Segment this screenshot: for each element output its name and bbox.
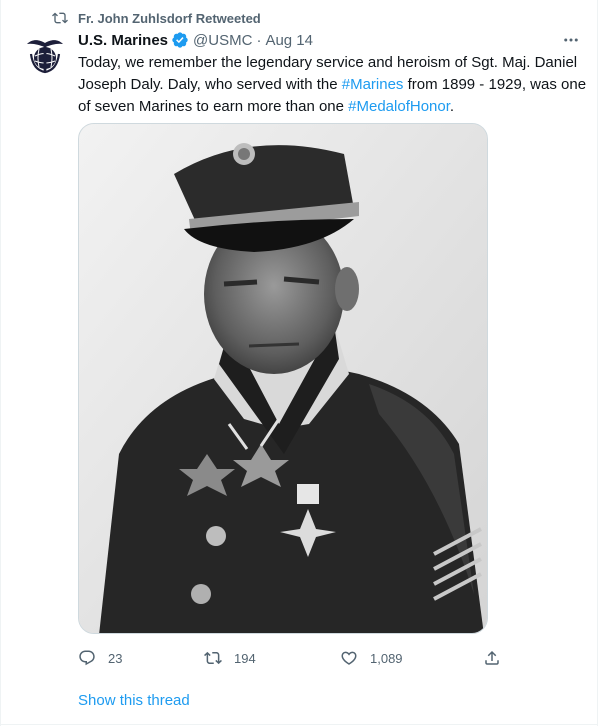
- retweet-icon: [52, 12, 68, 24]
- tweet-text-part: .: [449, 98, 455, 115]
- retweet-context[interactable]: Fr. John Zuhlsdorf Retweeted: [52, 10, 261, 26]
- reply-icon: [79, 650, 95, 666]
- reply-button[interactable]: 23: [78, 646, 122, 670]
- tweet-date[interactable]: Aug 14: [265, 32, 313, 49]
- verified-badge-icon: [172, 32, 188, 48]
- author-name[interactable]: U.S. Marines: [78, 32, 168, 49]
- like-button[interactable]: 1,089: [340, 646, 403, 670]
- like-count: 1,089: [370, 650, 403, 666]
- divider: [1, 724, 598, 725]
- tweet-header: U.S. Marines @USMC · Aug 14: [78, 30, 313, 50]
- more-options-button[interactable]: [559, 28, 583, 52]
- share-button[interactable]: [483, 646, 513, 670]
- tweet-photo[interactable]: [78, 123, 488, 634]
- more-dots-icon: [564, 38, 578, 42]
- portrait-photo-image: [79, 124, 487, 633]
- retweet-icon: [204, 651, 222, 665]
- hashtag-marines-link[interactable]: #Marines: [342, 76, 404, 93]
- usmc-emblem-icon: [27, 40, 63, 74]
- tweet-card[interactable]: Fr. John Zuhlsdorf Retweeted U.S. Marine…: [0, 0, 598, 726]
- retweet-button[interactable]: 194: [204, 646, 256, 670]
- separator-dot: ·: [256, 31, 262, 49]
- reply-count: 23: [108, 650, 123, 666]
- heart-icon: [341, 651, 357, 665]
- tweet-text: Today, we remember the legendary service…: [78, 52, 588, 118]
- avatar[interactable]: [21, 30, 69, 78]
- tweet-actions: 23 194 1,089: [78, 646, 508, 670]
- share-icon: [485, 650, 499, 665]
- retweet-label: Fr. John Zuhlsdorf Retweeted: [78, 10, 261, 26]
- retweet-count: 194: [234, 650, 256, 666]
- show-thread-link[interactable]: Show this thread: [78, 692, 190, 709]
- hashtag-medalofhonor-link[interactable]: #MedalofHonor: [348, 98, 450, 115]
- author-handle[interactable]: @USMC: [193, 32, 252, 49]
